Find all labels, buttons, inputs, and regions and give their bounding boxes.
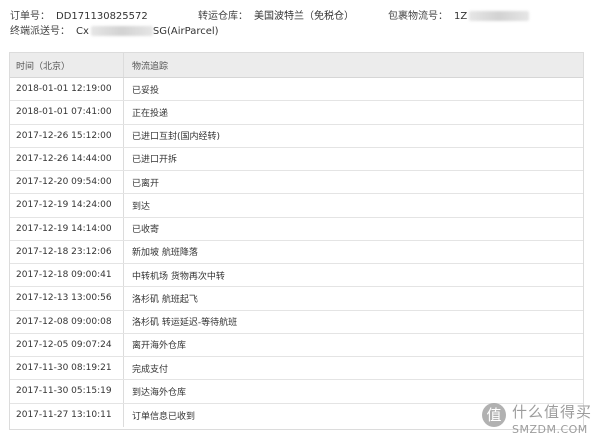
watermark-domain: SMZDM.COM [512, 423, 588, 436]
header-time: 时间（北京） [10, 53, 124, 77]
parcel-tracking: 包裹物流号： 1Z [388, 10, 530, 24]
order-no: 订单号： DD171130825572 [10, 10, 148, 24]
row-status: 洛杉矶 航班起飞 [132, 294, 198, 305]
row-time: 2017-11-27 13:10:11 [10, 403, 124, 427]
row-status: 洛杉矶 转运延迟-等待航班 [132, 318, 238, 329]
row-status: 新加坡 航班降落 [132, 248, 198, 259]
tracking-table: 时间（北京） 物流追踪 2018-01-01 12:19:00 已妥投 2018-0… [9, 52, 584, 430]
row-time: 2017-12-05 09:07:24 [10, 333, 124, 356]
table-header: 时间（北京） 物流追踪 [10, 53, 583, 78]
row-time: 2017-11-30 08:19:21 [10, 357, 124, 380]
row-time: 2018-01-01 07:41:00 [10, 101, 124, 124]
row-time: 2017-12-18 23:12:06 [10, 240, 124, 263]
table-row: 2017-11-30 08:19:21 完成支付 [10, 357, 583, 381]
table-row: 2017-12-20 09:54:00 已离开 [10, 171, 583, 195]
parcel-value: 1Z [454, 11, 468, 22]
row-status: 已收寄 [132, 225, 160, 236]
delivery-value-prefix: Cx [76, 26, 89, 37]
table-row: 2017-12-18 09:00:41 中转机场 货物再次中转 [10, 264, 583, 288]
table-row: 2018-01-01 12:19:00 已妥投 [10, 78, 583, 102]
row-time: 2018-01-01 12:19:00 [10, 78, 124, 101]
row-time: 2017-12-20 09:54:00 [10, 171, 124, 194]
row-time: 2017-12-18 09:00:41 [10, 264, 124, 287]
warehouse-value: 美国波特兰（免税仓） [254, 11, 354, 22]
table-row: 2017-11-30 05:15:19 到达海外仓库 [10, 380, 583, 404]
redacted-delivery-number [90, 26, 153, 36]
table-row: 2017-12-26 15:12:00 已进口互封(国内经转) [10, 124, 583, 148]
table-row: 2017-12-08 09:00:08 洛杉矶 转运延迟-等待航班 [10, 310, 583, 334]
row-time: 2017-11-30 05:15:19 [10, 380, 124, 403]
row-status: 到达 [132, 201, 151, 212]
row-time: 2017-12-26 15:12:00 [10, 124, 124, 147]
row-time: 2017-12-13 13:00:56 [10, 287, 124, 310]
row-time: 2017-12-19 14:14:00 [10, 217, 124, 240]
table-row: 2017-12-05 09:07:24 离开海外仓库 [10, 333, 583, 357]
order-no-label: 订单号： [10, 11, 50, 22]
table-row: 2017-12-19 14:14:00 已收寄 [10, 217, 583, 241]
row-time: 2017-12-08 09:00:08 [10, 310, 124, 333]
delivery-number: 终端派送号： Cx SG(AirParcel) [10, 25, 219, 39]
row-status: 已离开 [132, 178, 160, 189]
table-row: 2018-01-01 07:41:00 正在投递 [10, 101, 583, 125]
order-info: 订单号： DD171130825572 转运仓库： 美国波特兰（免税仓） 包裹物流号… [10, 10, 600, 40]
row-status: 中转机场 货物再次中转 [132, 271, 225, 282]
table-row: 2017-12-18 23:12:06 新加坡 航班降落 [10, 240, 583, 264]
delivery-label: 终端派送号： [10, 26, 70, 37]
delivery-value-suffix: SG(AirParcel) [152, 26, 219, 37]
smzdm-watermark: 值 什么值得买 SMZDM.COM [482, 401, 592, 441]
order-no-value: DD171130825572 [56, 11, 148, 22]
redacted-parcel-number [469, 11, 530, 21]
row-status: 完成支付 [132, 364, 169, 375]
row-status: 到达海外仓库 [132, 387, 187, 398]
row-time: 2017-12-26 14:44:00 [10, 147, 124, 170]
table-row: 2017-12-19 14:24:00 到达 [10, 194, 583, 218]
row-status: 已妥投 [132, 85, 160, 96]
header-tracking: 物流追踪 [132, 61, 169, 72]
row-time: 2017-12-19 14:24:00 [10, 194, 124, 217]
table-body: 2018-01-01 12:19:00 已妥投 2018-01-01 07:41:0… [10, 78, 583, 427]
table-row: 2017-12-26 14:44:00 已进口开拆 [10, 147, 583, 171]
row-status: 离开海外仓库 [132, 341, 187, 352]
warehouse-label: 转运仓库： [198, 11, 248, 22]
table-row: 2017-12-13 13:00:56 洛杉矶 航班起飞 [10, 287, 583, 311]
row-status: 正在投递 [132, 108, 169, 119]
smzdm-logo-icon: 值 [482, 403, 506, 427]
parcel-label: 包裹物流号： [388, 11, 448, 22]
warehouse: 转运仓库： 美国波特兰（免税仓） [198, 10, 354, 24]
row-status: 已进口互封(国内经转) [132, 132, 221, 143]
row-status: 已进口开拆 [132, 155, 178, 166]
watermark-text: 什么值得买 [512, 403, 593, 421]
